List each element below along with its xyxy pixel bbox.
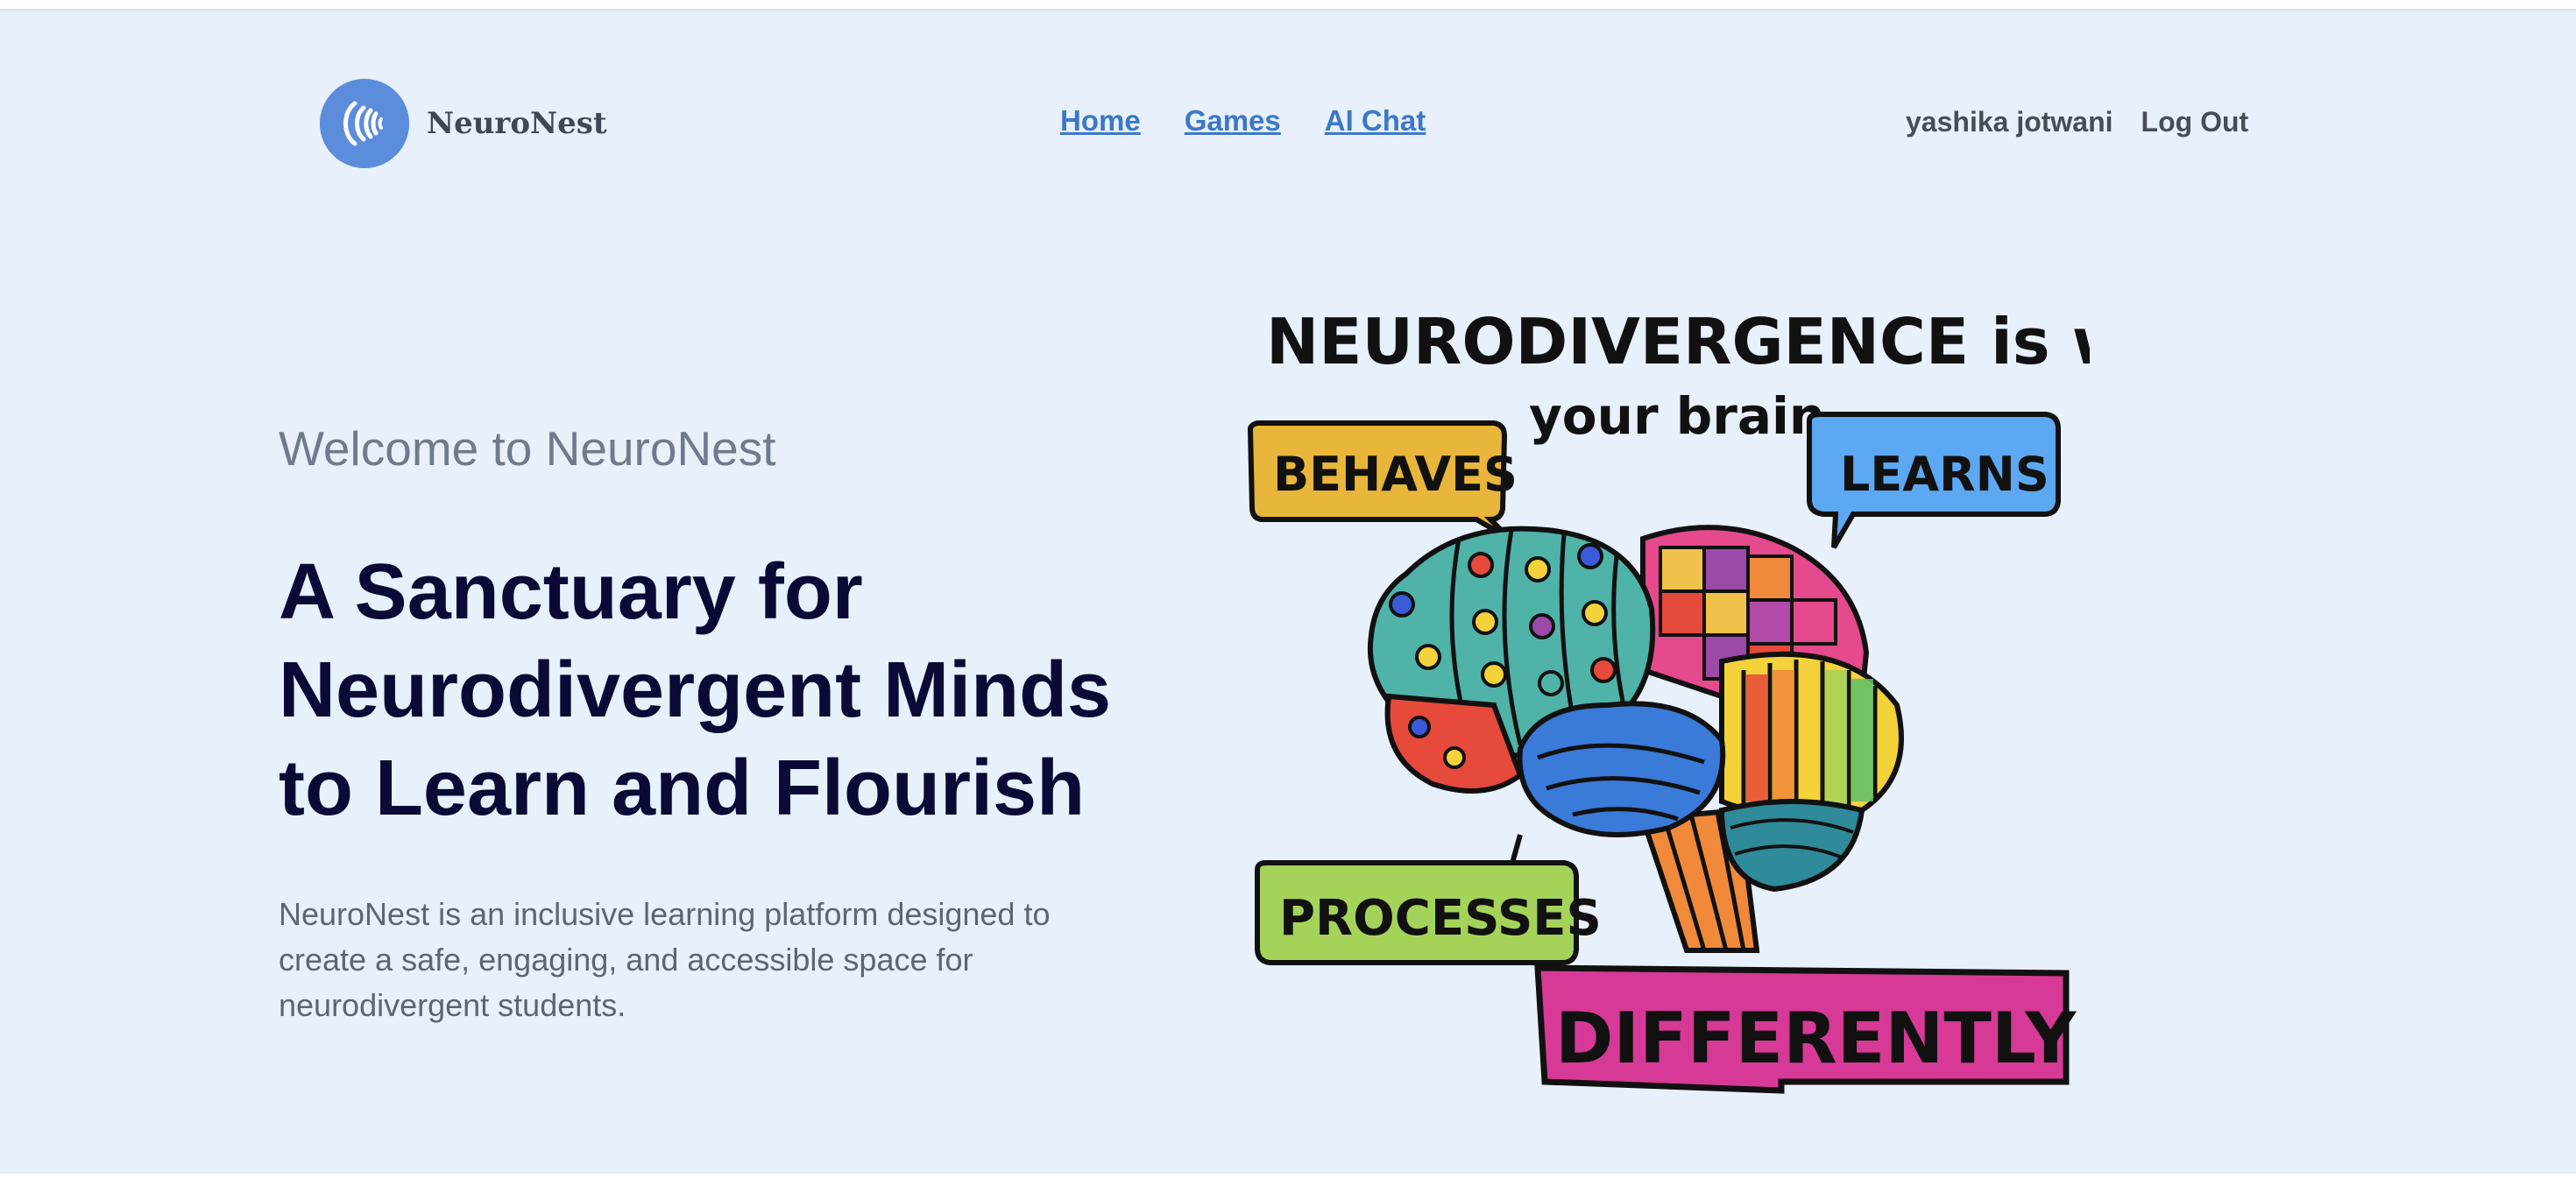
hero-headline: A Sanctuary for Neurodivergent Minds to …	[279, 543, 1155, 837]
logo-link[interactable]: NeuroNest	[320, 79, 607, 168]
hero-description: NeuroNest is an inclusive learning platf…	[279, 892, 1120, 1028]
description-line: NeuroNest is an inclusive learning platf…	[279, 896, 1051, 932]
user-area: yashika jotwani Log Out	[1906, 106, 2248, 138]
behaves-bubble: BEHAVES	[1247, 420, 1518, 541]
description-line: neurodivergent students.	[279, 987, 626, 1023]
welcome-subtitle: Welcome to NeuroNest	[279, 421, 776, 476]
processes-bubble: PROCESSES	[1255, 834, 1602, 965]
main-nav: Home Games AI Chat	[1060, 104, 1426, 138]
window-top-edge	[0, 0, 2576, 11]
logout-button[interactable]: Log Out	[2141, 106, 2249, 138]
illustration-title-line1: NEURODIVERGENCE is when	[1266, 305, 2090, 378]
logo-text: NeuroNest	[427, 106, 607, 141]
learns-bubble: LEARNS	[1807, 412, 2061, 549]
headline-line: Neurodivergent Minds	[279, 646, 1112, 734]
illustration-title-line2: your brain	[1529, 386, 1825, 446]
nav-link-games[interactable]: Games	[1185, 104, 1281, 138]
neurodivergence-brain-illustration: NEURODIVERGENCE is when your brain BEHAV…	[1247, 305, 2090, 1094]
brain-waves-logo-icon	[320, 79, 409, 168]
learns-label: LEARNS	[1840, 447, 2049, 502]
description-line: create a safe, engaging, and accessible …	[279, 942, 973, 978]
nav-link-home[interactable]: Home	[1060, 104, 1141, 138]
differently-banner: DIFFERENTLY	[1534, 964, 2077, 1094]
user-name: yashika jotwani	[1906, 106, 2113, 138]
headline-line: to Learn and Flourish	[279, 745, 1086, 832]
behaves-label: BEHAVES	[1273, 447, 1518, 502]
headline-line: A Sanctuary for	[279, 548, 863, 636]
processes-label: PROCESSES	[1279, 890, 1602, 947]
nav-link-ai-chat[interactable]: AI Chat	[1325, 104, 1426, 138]
differently-label: DIFFERENTLY	[1555, 998, 2077, 1079]
window-bottom-edge	[0, 1174, 2576, 1186]
